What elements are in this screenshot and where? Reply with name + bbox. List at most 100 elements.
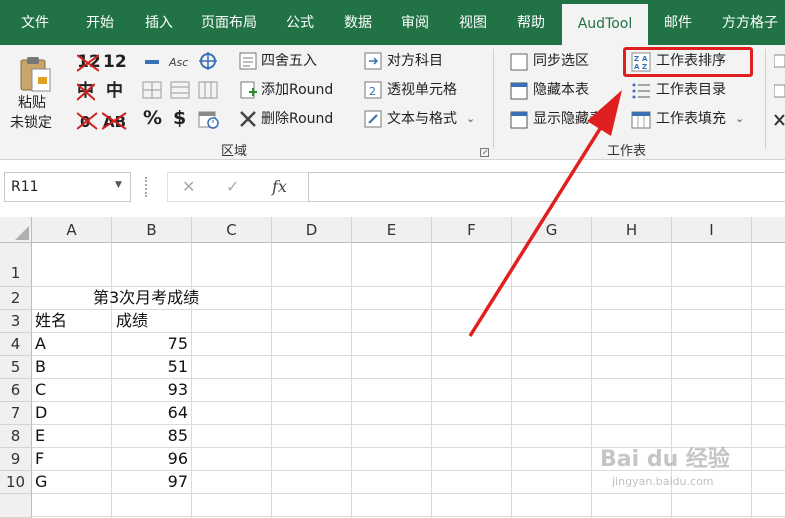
tab-formulas[interactable]: 公式 xyxy=(270,0,330,45)
minus-icon[interactable] xyxy=(143,53,161,75)
text-format-button[interactable]: 文本与格式 xyxy=(387,110,457,128)
sync-selection-checkbox[interactable] xyxy=(510,53,528,75)
cell-score[interactable]: 64 xyxy=(112,402,188,424)
cell-name[interactable]: B xyxy=(35,356,46,378)
counter-account-button[interactable]: 对方科目 xyxy=(387,52,443,70)
show-hidden-button[interactable]: 显示隐藏表 xyxy=(533,110,603,128)
percent-icon[interactable]: % xyxy=(143,109,162,128)
cell-name[interactable]: E xyxy=(35,425,45,447)
row-header-10[interactable]: 10 xyxy=(0,471,32,494)
next-group-icon[interactable] xyxy=(773,53,785,137)
row-header-3[interactable]: 3 xyxy=(0,310,32,333)
cell-name[interactable]: G xyxy=(35,471,47,493)
char-zhong[interactable]: 中 xyxy=(106,82,123,100)
clear-text-icon[interactable]: AB xyxy=(101,111,128,135)
hide-sheet-button[interactable]: 隐藏本表 xyxy=(533,81,589,99)
resize-handle[interactable] xyxy=(145,177,149,197)
cell-header-score[interactable]: 成绩 xyxy=(116,310,148,332)
cell-name[interactable]: A xyxy=(35,333,46,355)
show-hidden-icon xyxy=(510,111,528,133)
column-header-a[interactable]: A xyxy=(32,217,112,243)
row-header-4[interactable]: 4 xyxy=(0,333,32,356)
cell-name[interactable]: D xyxy=(35,402,47,424)
tab-view[interactable]: 视图 xyxy=(444,0,502,45)
round-icon xyxy=(238,51,258,75)
column-header-j[interactable] xyxy=(752,217,785,243)
char-zhong-strike[interactable]: 中 xyxy=(77,82,95,101)
tab-insert[interactable]: 插入 xyxy=(130,0,188,45)
row-header-7[interactable]: 7 xyxy=(0,402,32,425)
gridline xyxy=(32,493,785,494)
paste-unlocked-label-2[interactable]: 未锁定 xyxy=(10,114,52,132)
delete-round-button[interactable]: 删除Round xyxy=(261,110,333,128)
tab-review[interactable]: 审阅 xyxy=(386,0,444,45)
chevron-down-icon[interactable]: ⌄ xyxy=(466,110,475,128)
table-grid-icon-2[interactable] xyxy=(170,81,190,103)
group-label-area: 区域 xyxy=(221,144,248,159)
cell-header-name[interactable]: 姓名 xyxy=(35,310,67,332)
name-box[interactable]: R11 ▼ xyxy=(4,172,131,202)
asc-icon[interactable]: Asc xyxy=(169,54,188,72)
cell-score[interactable]: 97 xyxy=(112,471,188,493)
row-header-9[interactable]: 9 xyxy=(0,448,32,471)
row-header-1[interactable]: 1 xyxy=(0,243,32,287)
tab-file[interactable]: 文件 xyxy=(0,0,70,45)
num-12[interactable]: 12 xyxy=(103,53,127,71)
row-header-5[interactable]: 5 xyxy=(0,356,32,379)
pivot-cell-button[interactable]: 透视单元格 xyxy=(387,81,457,99)
column-header-b[interactable]: B xyxy=(112,217,192,243)
row-header-2[interactable]: 2 xyxy=(0,287,32,310)
table-grid-icon-3[interactable] xyxy=(198,81,218,103)
enter-icon[interactable]: ✓ xyxy=(226,177,239,196)
dollar-icon[interactable]: $ xyxy=(173,109,186,128)
cell-name[interactable]: C xyxy=(35,379,46,401)
insert-function-icon[interactable]: fx xyxy=(272,177,287,196)
row-header-6[interactable]: 6 xyxy=(0,379,32,402)
sheet-toc-button[interactable]: 工作表目录 xyxy=(656,81,726,99)
cell-title[interactable]: 第3次月考成绩 xyxy=(93,287,199,309)
column-header-c[interactable]: C xyxy=(192,217,272,243)
cell-score[interactable]: 85 xyxy=(112,425,188,447)
select-all-corner[interactable] xyxy=(0,217,32,243)
column-header-h[interactable]: H xyxy=(592,217,672,243)
round-button[interactable]: 四舍五入 xyxy=(261,52,317,70)
gridline xyxy=(591,243,592,518)
formula-input[interactable] xyxy=(308,172,785,202)
clear-zero-icon[interactable]: 0 xyxy=(76,111,99,135)
tab-home[interactable]: 开始 xyxy=(70,0,130,45)
table-grid-icon-1[interactable] xyxy=(142,81,162,103)
tab-mail[interactable]: 邮件 xyxy=(650,0,706,45)
gridline xyxy=(511,243,512,518)
sheet-toc-icon xyxy=(631,81,651,105)
add-round-button[interactable]: 添加Round xyxy=(261,81,333,99)
cell-score[interactable]: 93 xyxy=(112,379,188,401)
tab-audtool[interactable]: AudTool xyxy=(562,4,648,45)
row-header-8[interactable]: 8 xyxy=(0,425,32,448)
num-12-strike[interactable]: 12 xyxy=(77,53,101,72)
paste-unlocked-label-1[interactable]: 粘贴 xyxy=(18,94,46,112)
clipboard-icon[interactable] xyxy=(18,55,52,97)
chevron-down-icon[interactable]: ⌄ xyxy=(735,110,744,128)
tab-help[interactable]: 帮助 xyxy=(502,0,560,45)
tab-page-layout[interactable]: 页面布局 xyxy=(188,0,270,45)
cell-score[interactable]: 96 xyxy=(112,448,188,470)
date-format-icon[interactable] xyxy=(198,109,220,133)
tab-data[interactable]: 数据 xyxy=(330,0,386,45)
cell-name[interactable]: F xyxy=(35,448,44,470)
column-header-f[interactable]: F xyxy=(432,217,512,243)
column-header-g[interactable]: G xyxy=(512,217,592,243)
sync-selection-button[interactable]: 同步选区 xyxy=(533,52,589,70)
cell-score[interactable]: 51 xyxy=(112,356,188,378)
cell-score[interactable]: 75 xyxy=(112,333,188,355)
tab-fangfang[interactable]: 方方格子 xyxy=(708,0,785,45)
formula-buttons: ✕ ✓ fx xyxy=(167,172,308,202)
cancel-icon[interactable]: ✕ xyxy=(182,177,195,196)
fill-shape-icon[interactable] xyxy=(198,51,218,75)
column-header-d[interactable]: D xyxy=(272,217,352,243)
formula-bar: R11 ▼ ✕ ✓ fx xyxy=(0,160,785,217)
chevron-down-icon[interactable]: ▼ xyxy=(115,180,122,190)
row-header-11[interactable] xyxy=(0,494,32,518)
sheet-fill-button[interactable]: 工作表填充 xyxy=(656,110,726,128)
column-header-i[interactable]: I xyxy=(672,217,752,243)
column-header-e[interactable]: E xyxy=(352,217,432,243)
